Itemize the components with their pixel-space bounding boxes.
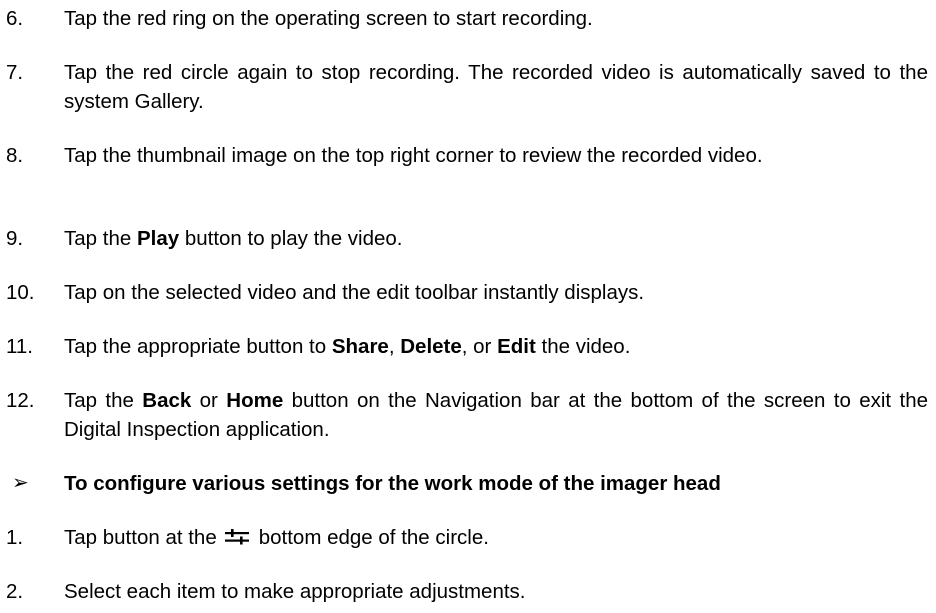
step-b-1: 1. Tap button at the bottom edge of the c… bbox=[6, 523, 928, 553]
step-number: 1. bbox=[6, 526, 24, 549]
step-text-post: the video. bbox=[535, 335, 631, 358]
separator: , bbox=[388, 335, 401, 358]
step-number: 10. bbox=[6, 281, 35, 304]
back-label: Back bbox=[142, 389, 192, 412]
edit-label: Edit bbox=[497, 335, 536, 358]
step-6: 6. Tap the red ring on the operating scr… bbox=[6, 4, 928, 33]
step-number: 11. bbox=[6, 335, 33, 358]
step-9: 9. Tap the Play button to play the video… bbox=[6, 224, 928, 253]
step-text: Tap the red ring on the operating screen… bbox=[64, 7, 593, 30]
step-text-pre: Tap button at the bbox=[64, 526, 217, 549]
home-label: Home bbox=[226, 389, 284, 412]
step-text-pre: Tap the bbox=[64, 227, 137, 250]
step-number: 7. bbox=[6, 61, 24, 84]
step-text-pre: Tap the bbox=[64, 389, 143, 412]
arrow-bullet-icon: ➢ bbox=[12, 472, 29, 494]
step-12: 12. Tap the Back or Home button on the N… bbox=[6, 386, 928, 444]
step-text-pre: Tap the appropriate button to bbox=[64, 335, 332, 358]
step-text-post: bottom edge of the circle. bbox=[258, 526, 489, 549]
step-text-post: button to play the video. bbox=[179, 227, 403, 250]
step-text: Tap the thumbnail image on the top right… bbox=[64, 144, 763, 167]
step-number: 9. bbox=[6, 227, 24, 250]
manual-page: 6. Tap the red ring on the operating scr… bbox=[0, 0, 936, 613]
step-text: Tap button at the bottom edge of the circ… bbox=[64, 523, 928, 553]
step-7: 7. Tap the red circle again to stop reco… bbox=[6, 58, 928, 116]
step-text: Tap the Play button to play the video. bbox=[64, 224, 928, 253]
section-heading: ➢ To configure various settings for the … bbox=[6, 469, 928, 498]
step-text: Tap on the selected video and the edit t… bbox=[64, 281, 645, 304]
separator: , or bbox=[461, 335, 498, 358]
step-10: 10. Tap on the selected video and the ed… bbox=[6, 278, 928, 307]
step-text: Tap the Back or Home button on the Navig… bbox=[64, 386, 928, 444]
step-text: Select each item to make appropriate adj… bbox=[64, 580, 526, 603]
step-number: 6. bbox=[6, 7, 24, 30]
step-11: 11. Tap the appropriate button to Share,… bbox=[6, 332, 928, 361]
step-number: 8. bbox=[6, 144, 24, 167]
step-text: Tap the appropriate button to Share, Del… bbox=[64, 332, 928, 361]
share-label: Share bbox=[331, 335, 389, 358]
step-number: 2. bbox=[6, 580, 24, 603]
step-b-2: 2. Select each item to make appropriate … bbox=[6, 577, 928, 606]
step-8: 8. Tap the thumbnail image on the top ri… bbox=[6, 141, 928, 170]
play-button-label: Play bbox=[136, 227, 180, 250]
delete-label: Delete bbox=[400, 335, 462, 358]
step-text-mid: or bbox=[191, 389, 227, 412]
settings-sliders-icon bbox=[224, 524, 249, 553]
section-title: To configure various settings for the wo… bbox=[64, 472, 721, 495]
step-text: Tap the red circle again to stop recordi… bbox=[64, 61, 928, 113]
step-number: 12. bbox=[6, 389, 35, 412]
